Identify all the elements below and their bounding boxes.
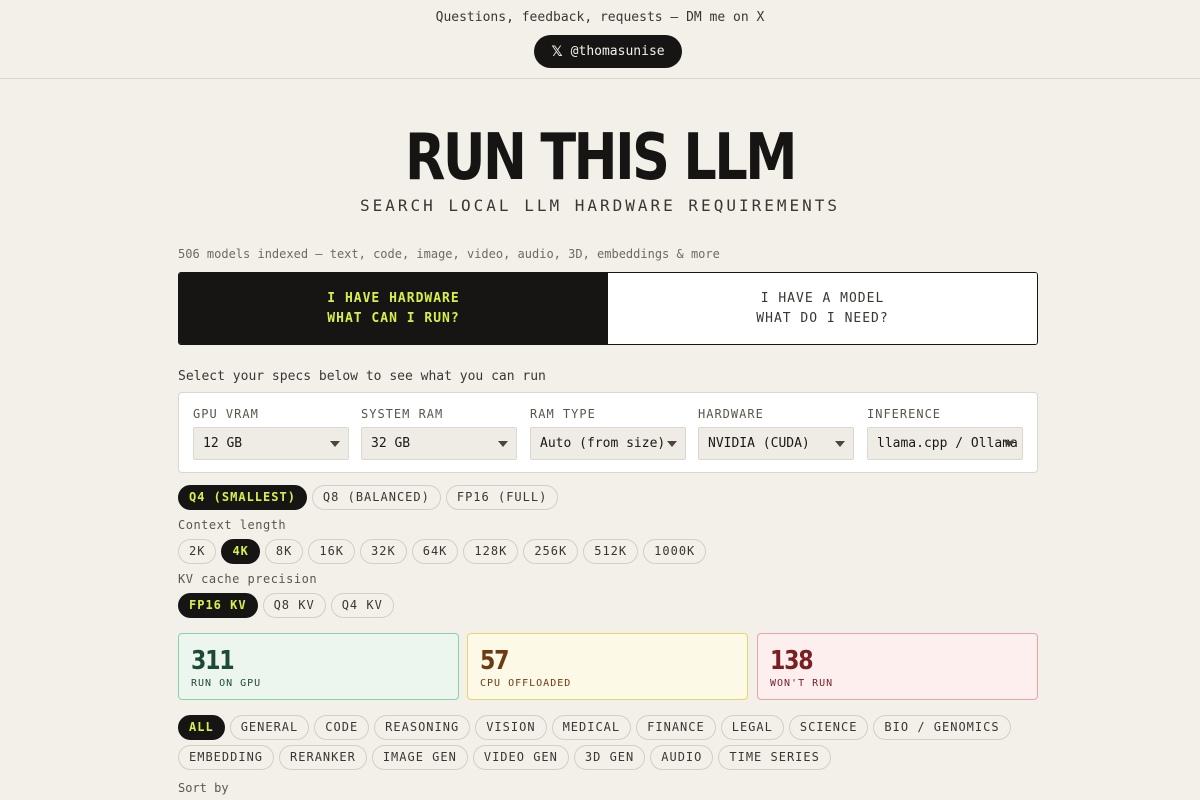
quantization-options: Q4 (SMALLEST) Q8 (BALANCED) FP16 (FULL) <box>178 485 559 510</box>
gpu-vram-label: GPU VRAM <box>193 407 259 421</box>
feedback-message: Questions, feedback, requests — DM me on… <box>435 10 765 25</box>
stat-wont-count: 138 <box>770 646 814 676</box>
chevron-down-icon <box>498 441 508 447</box>
context-length-label: Context length <box>178 518 287 532</box>
category-filters-row1: ALL GENERAL CODE REASONING VISION MEDICA… <box>178 715 1011 740</box>
kv-cache-label: KV cache precision <box>178 572 318 586</box>
ram-type-field: RAM TYPE Auto (from size) <box>530 407 686 460</box>
category-audio-pill[interactable]: AUDIO <box>650 745 714 770</box>
category-reasoning-pill[interactable]: REASONING <box>374 715 471 740</box>
system-ram-select[interactable]: 32 GB <box>361 427 517 460</box>
mode-model-line1: I HAVE A MODEL <box>760 290 885 306</box>
quant-fp16-pill[interactable]: FP16 (FULL) <box>445 485 559 510</box>
chevron-down-icon <box>835 441 845 447</box>
mode-model-tab[interactable]: I HAVE A MODEL WHAT DO I NEED? <box>608 273 1037 344</box>
gpu-vram-select[interactable]: 12 GB <box>193 427 349 460</box>
specs-panel: GPU VRAM 12 GB SYSTEM RAM 32 GB RAM TYPE… <box>178 392 1038 473</box>
category-time-series-pill[interactable]: TIME SERIES <box>718 745 831 770</box>
quant-q4-pill[interactable]: Q4 (SMALLEST) <box>178 485 307 510</box>
x-profile-button[interactable]: 𝕏 @thomasunise <box>534 35 682 68</box>
context-2k-pill[interactable]: 2K <box>178 539 217 564</box>
specs-hint: Select your specs below to see what you … <box>178 369 546 384</box>
context-256k-pill[interactable]: 256K <box>523 539 579 564</box>
context-128k-pill[interactable]: 128K <box>463 539 519 564</box>
inference-label: INFERENCE <box>867 407 942 421</box>
sort-by-label: Sort by <box>178 781 229 795</box>
stat-offload-caption: CPU OFFLOADED <box>480 678 572 689</box>
inference-select[interactable]: llama.cpp / Ollama <box>867 427 1023 460</box>
chevron-down-icon <box>1004 441 1014 447</box>
mode-model-line2: WHAT DO I NEED? <box>756 310 889 326</box>
context-512k-pill[interactable]: 512K <box>583 539 639 564</box>
chevron-down-icon <box>667 441 677 447</box>
models-indexed-text: 506 models indexed — text, code, image, … <box>178 247 720 261</box>
category-science-pill[interactable]: SCIENCE <box>788 715 869 740</box>
chevron-down-icon <box>330 441 340 447</box>
category-embedding-pill[interactable]: EMBEDDING <box>178 745 275 770</box>
kv-fp16-pill[interactable]: FP16 KV <box>178 593 258 618</box>
category-medical-pill[interactable]: MEDICAL <box>551 715 632 740</box>
stat-wont-caption: WON'T RUN <box>770 678 834 689</box>
system-ram-label: SYSTEM RAM <box>361 407 444 421</box>
gpu-vram-field: GPU VRAM 12 GB <box>193 407 349 460</box>
context-1000k-pill[interactable]: 1000K <box>643 539 707 564</box>
x-logo-icon: 𝕏 <box>551 43 563 60</box>
category-image-gen-pill[interactable]: IMAGE GEN <box>371 745 468 770</box>
category-video-gen-pill[interactable]: VIDEO GEN <box>472 745 569 770</box>
category-vision-pill[interactable]: VISION <box>475 715 547 740</box>
context-8k-pill[interactable]: 8K <box>264 539 304 564</box>
stat-offload-count: 57 <box>480 646 509 676</box>
kv-cache-options: FP16 KV Q8 KV Q4 KV <box>178 593 394 618</box>
hardware-select[interactable]: NVIDIA (CUDA) <box>698 427 854 460</box>
hardware-field: HARDWARE NVIDIA (CUDA) <box>698 407 854 460</box>
ram-type-label: RAM TYPE <box>530 407 596 421</box>
stat-gpu-count: 311 <box>191 646 235 676</box>
category-code-pill[interactable]: CODE <box>314 715 370 740</box>
mode-hardware-line1: I HAVE HARDWARE <box>327 290 460 306</box>
category-bio-genomics-pill[interactable]: BIO / GENOMICS <box>873 715 1011 740</box>
mode-hardware-tab[interactable]: I HAVE HARDWARE WHAT CAN I RUN? <box>179 273 608 344</box>
kv-q8-pill[interactable]: Q8 KV <box>262 593 326 618</box>
hardware-label: HARDWARE <box>698 407 764 421</box>
context-16k-pill[interactable]: 16K <box>308 539 356 564</box>
category-all-pill[interactable]: ALL <box>178 715 225 740</box>
mode-toggle: I HAVE HARDWARE WHAT CAN I RUN? I HAVE A… <box>178 272 1038 345</box>
page-subtitle: SEARCH LOCAL LLM HARDWARE REQUIREMENTS <box>359 196 841 215</box>
stat-cpu-offloaded[interactable]: 57 CPU OFFLOADED <box>467 633 748 700</box>
category-filters-row2: EMBEDDING RERANKER IMAGE GEN VIDEO GEN 3… <box>178 745 831 770</box>
x-handle: @thomasunise <box>570 44 665 59</box>
inference-field: INFERENCE llama.cpp / Ollama <box>867 407 1023 460</box>
system-ram-field: SYSTEM RAM 32 GB <box>361 407 517 460</box>
page-title: RUN THIS LLM <box>404 121 798 195</box>
mode-hardware-line2: WHAT CAN I RUN? <box>327 310 460 326</box>
category-legal-pill[interactable]: LEGAL <box>720 715 784 740</box>
stat-gpu-caption: RUN ON GPU <box>191 678 262 689</box>
quant-q8-pill[interactable]: Q8 (BALANCED) <box>311 485 441 510</box>
context-32k-pill[interactable]: 32K <box>360 539 407 564</box>
stat-run-on-gpu[interactable]: 311 RUN ON GPU <box>178 633 459 700</box>
stat-wont-run[interactable]: 138 WON'T RUN <box>757 633 1038 700</box>
context-4k-pill[interactable]: 4K <box>221 539 260 564</box>
context-64k-pill[interactable]: 64K <box>411 539 459 564</box>
category-reranker-pill[interactable]: RERANKER <box>279 745 367 770</box>
kv-q4-pill[interactable]: Q4 KV <box>330 593 394 618</box>
category-finance-pill[interactable]: FINANCE <box>636 715 716 740</box>
context-length-options: 2K 4K 8K 16K 32K 64K 128K 256K 512K 1000… <box>178 539 707 564</box>
category-3d-gen-pill[interactable]: 3D GEN <box>573 745 646 770</box>
ram-type-select[interactable]: Auto (from size) <box>530 427 686 460</box>
top-banner: Questions, feedback, requests — DM me on… <box>0 0 1200 79</box>
category-general-pill[interactable]: GENERAL <box>229 715 310 740</box>
